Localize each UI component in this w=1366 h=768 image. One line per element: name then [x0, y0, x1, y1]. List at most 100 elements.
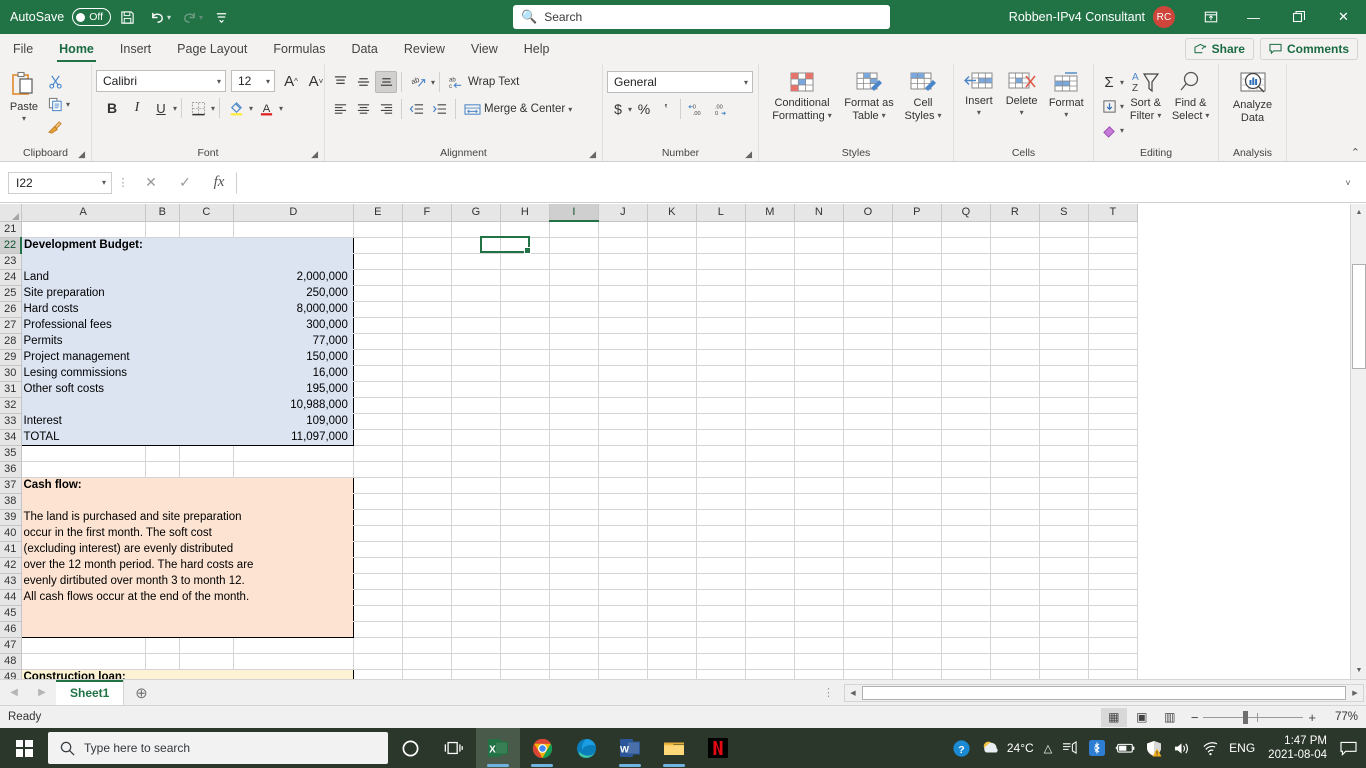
cell-A33[interactable]: Interest [20, 413, 146, 430]
cell-K33[interactable] [647, 413, 697, 430]
cell-A27[interactable]: Professional fees [20, 317, 146, 334]
font-dialog-launcher[interactable]: ◢ [311, 149, 318, 160]
cell-E31[interactable] [353, 381, 403, 398]
cell-J28[interactable] [598, 333, 648, 350]
zoom-level-label[interactable]: 77% [1324, 711, 1358, 723]
cell-Q32[interactable] [941, 397, 991, 414]
cell-N47[interactable] [794, 637, 844, 654]
cell-E21[interactable] [353, 221, 403, 238]
font-color-icon[interactable]: A [254, 97, 278, 119]
cell-L38[interactable] [696, 493, 746, 510]
cell-H45[interactable] [500, 605, 550, 622]
next-sheet-icon[interactable]: ▶ [28, 687, 56, 698]
cell-N46[interactable] [794, 621, 844, 638]
clock[interactable]: 1:47 PM 2021-08-04 [1260, 734, 1335, 763]
cell-K45[interactable] [647, 605, 697, 622]
cell-O23[interactable] [843, 253, 893, 270]
font-color-dropdown-icon[interactable]: ▾ [279, 104, 283, 113]
cell-Q28[interactable] [941, 333, 991, 350]
grid-row[interactable]: 39 The land is purchased and site prepara… [0, 509, 1138, 526]
cell-T22[interactable] [1088, 237, 1138, 254]
cell-R36[interactable] [990, 461, 1040, 478]
cell-E39[interactable] [353, 509, 403, 526]
cell-R46[interactable] [990, 621, 1040, 638]
cell-H41[interactable] [500, 541, 550, 558]
cell-P35[interactable] [892, 445, 942, 462]
scroll-left-arrow-icon[interactable]: ◀ [845, 689, 861, 697]
cell-D22[interactable] [233, 236, 354, 254]
chrome-icon[interactable] [520, 728, 564, 768]
cell-K44[interactable] [647, 589, 697, 606]
cell-E30[interactable] [353, 365, 403, 382]
cell-T37[interactable] [1088, 477, 1138, 494]
excel-icon[interactable]: X [476, 728, 520, 768]
cell-S25[interactable] [1039, 285, 1089, 302]
cell-M44[interactable] [745, 589, 795, 606]
cell-S36[interactable] [1039, 461, 1089, 478]
cell-E38[interactable] [353, 493, 403, 510]
font-name-combobox[interactable]: Calibri ▾ [96, 70, 226, 92]
grid-row[interactable]: 38 [0, 493, 1138, 510]
fill-color-icon[interactable] [224, 97, 248, 119]
customize-qat-icon[interactable] [207, 4, 235, 30]
row-header-26[interactable]: 26 [0, 301, 22, 318]
horizontal-scroll-thumb[interactable] [862, 685, 1346, 700]
cell-J35[interactable] [598, 445, 648, 462]
cell-Q34[interactable] [941, 429, 991, 446]
grid-row[interactable]: 32 10,988,000 [0, 396, 1138, 414]
cell-I30[interactable] [549, 365, 599, 382]
cell-R35[interactable] [990, 445, 1040, 462]
name-box[interactable]: I22 ▾ [8, 171, 112, 194]
tab-insert[interactable]: Insert [107, 34, 164, 64]
accounting-dropdown-icon[interactable]: ▾ [628, 105, 632, 114]
number-format-combobox[interactable]: General ▾ [607, 71, 753, 93]
orientation-icon[interactable]: ab [406, 71, 430, 93]
cell-A34[interactable]: TOTAL [20, 429, 146, 446]
cell-G33[interactable] [451, 413, 501, 430]
cell-R22[interactable] [990, 237, 1040, 254]
cell-L37[interactable] [696, 477, 746, 494]
cell-S35[interactable] [1039, 445, 1089, 462]
cell-B23[interactable] [145, 253, 180, 270]
cell-Q45[interactable] [941, 605, 991, 622]
cell-R49[interactable] [990, 669, 1040, 679]
cell-S23[interactable] [1039, 253, 1089, 270]
cell-C36[interactable] [179, 461, 234, 478]
cell-D30[interactable]: 16,000 [233, 365, 354, 382]
cell-M24[interactable] [745, 269, 795, 286]
cell-M21[interactable] [745, 221, 795, 238]
cell-P38[interactable] [892, 493, 942, 510]
autosum-icon[interactable]: Σ [1098, 71, 1120, 93]
cell-N39[interactable] [794, 509, 844, 526]
cell-S26[interactable] [1039, 301, 1089, 318]
cell-N23[interactable] [794, 253, 844, 270]
cell-H44[interactable] [500, 589, 550, 606]
cell-H21[interactable] [500, 221, 550, 238]
cell-F34[interactable] [402, 429, 452, 446]
merge-center-button[interactable]: Merge & Center ▾ [460, 100, 576, 119]
word-icon[interactable]: W [608, 728, 652, 768]
cell-R44[interactable] [990, 589, 1040, 606]
cell-R45[interactable] [990, 605, 1040, 622]
formula-input[interactable] [236, 171, 1338, 194]
cell-L32[interactable] [696, 397, 746, 414]
cell-J43[interactable] [598, 573, 648, 590]
cell-I35[interactable] [549, 445, 599, 462]
select-all-corner[interactable] [0, 204, 22, 222]
conditional-formatting-button[interactable]: Conditional Formatting ▾ [764, 69, 840, 124]
cell-D33[interactable]: 109,000 [233, 413, 354, 430]
cell-N24[interactable] [794, 269, 844, 286]
cell-H49[interactable] [500, 669, 550, 679]
cell-K36[interactable] [647, 461, 697, 478]
cell-H42[interactable] [500, 557, 550, 574]
cell-L28[interactable] [696, 333, 746, 350]
cell-K47[interactable] [647, 637, 697, 654]
grid-row[interactable]: 46 [0, 621, 1138, 638]
cell-E22[interactable] [353, 237, 403, 254]
row-header-48[interactable]: 48 [0, 653, 22, 670]
normal-view-button[interactable]: ▦ [1100, 707, 1127, 727]
save-icon[interactable] [113, 4, 141, 30]
cell-G28[interactable] [451, 333, 501, 350]
cell-C49[interactable] [179, 668, 234, 679]
cell-T24[interactable] [1088, 269, 1138, 286]
